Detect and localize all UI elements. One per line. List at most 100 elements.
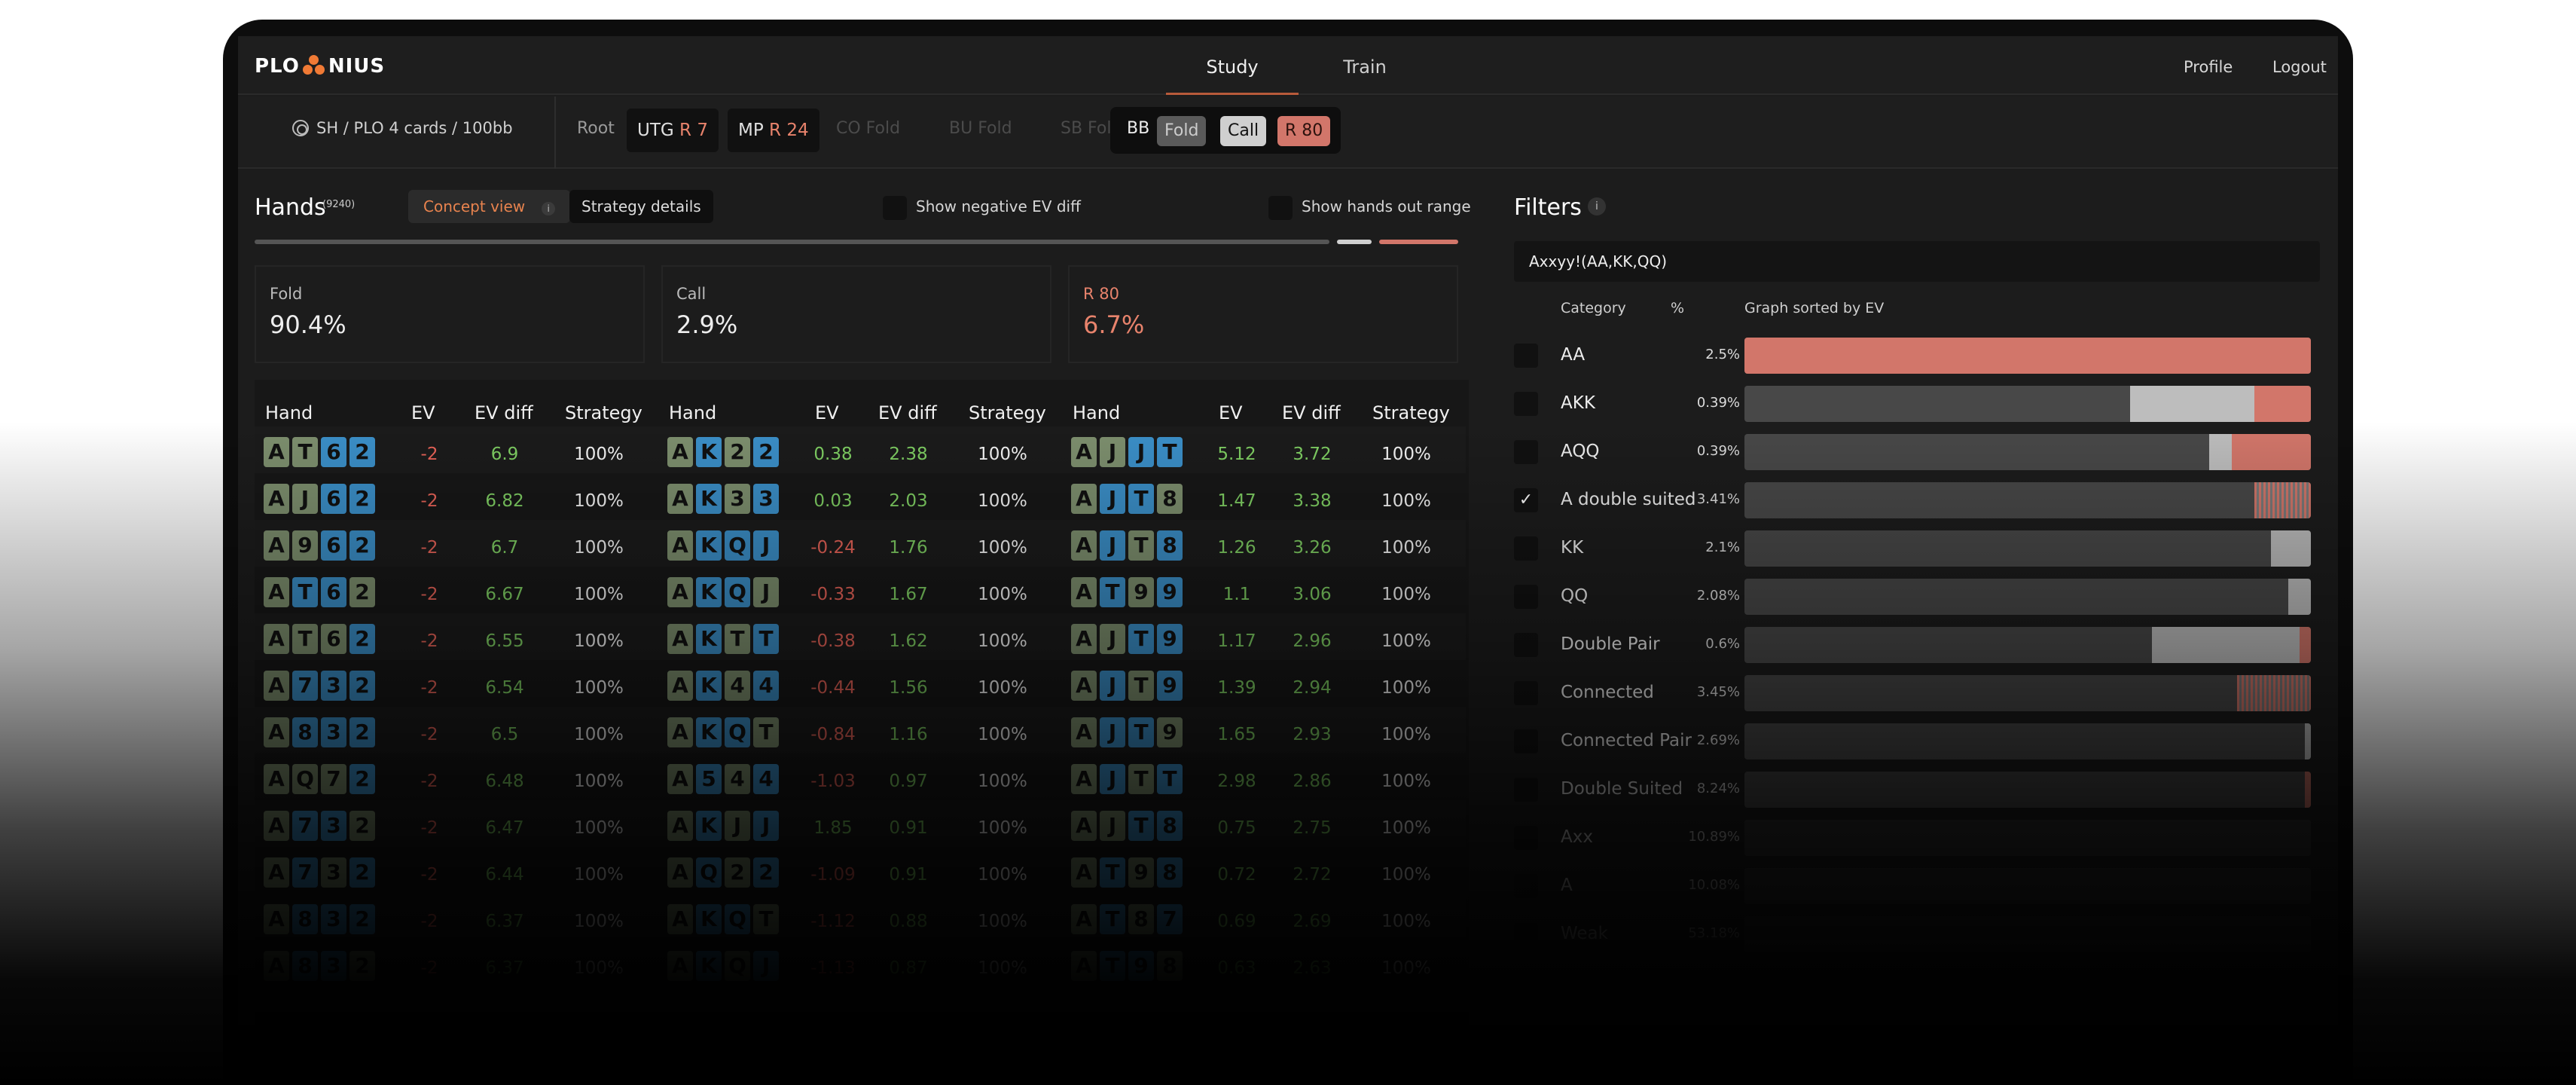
table-row[interactable]: A J T 8 1.47 3.38 100% [1062,473,1466,520]
table-row[interactable]: A T 6 2 -2 6.9 100% [255,426,658,473]
strategy-details-button[interactable]: Strategy details [569,190,713,223]
filter-checkbox[interactable] [1514,392,1538,416]
table-row[interactable]: A T 9 8 0.72 2.72 100% [1062,847,1466,894]
game-settings-button[interactable]: SH / PLO 4 cards / 100bb [292,119,513,137]
table-row[interactable]: A K Q T -0.84 1.16 100% [658,707,1062,753]
hand-cards: AJT8 [1071,530,1183,561]
filter-row[interactable]: AQQ 0.39% [1514,428,2320,476]
table-row[interactable]: A Q 7 2 -2 6.48 100% [255,753,658,800]
table-row[interactable]: A J T 9 1.39 2.94 100% [1062,660,1466,707]
filter-row[interactable]: Weak 53.18% [1514,910,2320,958]
table-row[interactable]: A T 9 9 1.1 3.06 100% [1062,567,1466,613]
table-row[interactable]: A 9 6 2 -2 6.7 100% [255,520,658,567]
table-row[interactable]: A K 4 4 -0.44 1.56 100% [658,660,1062,707]
table-row[interactable]: A J 6 2 -2 6.82 100% [255,473,658,520]
bb-fold-button[interactable]: Fold [1157,116,1207,146]
info-icon[interactable]: i [542,202,556,215]
utg-node[interactable]: UTG R 7 [627,108,719,152]
filter-checkbox[interactable] [1514,729,1538,753]
table-row[interactable]: A 8 3 2 -2 6.5 100% [255,707,658,753]
filter-checkbox[interactable] [1514,826,1538,850]
header-evdiff[interactable]: EV diff [878,402,937,423]
filter-row[interactable]: Axx 10.89% [1514,814,2320,862]
table-row[interactable]: A T 9 8 0.63 2.63 100% [1062,940,1466,987]
table-row[interactable]: A K Q J -0.33 1.67 100% [658,567,1062,613]
table-row[interactable]: A J T T 2.98 2.86 100% [1062,753,1466,800]
filter-checkbox[interactable] [1514,344,1538,368]
header-ev[interactable]: EV [815,402,839,423]
header-evdiff[interactable]: EV diff [1282,402,1341,423]
table-row[interactable]: A 8 3 2 -2 6.37 100% [255,894,658,940]
table-row[interactable]: A 7 3 2 -2 6.47 100% [255,800,658,847]
table-row[interactable]: A J J T 5.12 3.72 100% [1062,426,1466,473]
show-negative-checkbox[interactable] [883,196,907,220]
filter-row[interactable]: Connected Pair 2.69% [1514,717,2320,766]
table-row[interactable]: A K Q T -1.12 0.88 100% [658,894,1062,940]
filter-row[interactable]: A 10.08% [1514,862,2320,910]
table-row[interactable]: A 7 3 2 -2 6.54 100% [255,660,658,707]
profile-link[interactable]: Profile [2184,36,2233,98]
bb-raise-button[interactable]: R 80 [1277,116,1331,146]
card: A [667,530,693,561]
filter-checkbox[interactable] [1514,440,1538,464]
table-row[interactable]: A K Q J -0.24 1.76 100% [658,520,1062,567]
table-row[interactable]: A 7 3 2 -2 6.44 100% [255,847,658,894]
filter-row[interactable]: QQ 2.08% [1514,573,2320,621]
table-row[interactable]: A K T T -0.38 1.62 100% [658,613,1062,660]
filter-row[interactable]: Double Pair 0.6% [1514,621,2320,669]
checked-checkbox[interactable]: ✓ [1514,488,1538,512]
table-row[interactable]: A K J J 1.85 0.91 100% [658,800,1062,847]
filter-checkbox[interactable] [1514,585,1538,609]
info-icon[interactable]: i [1588,197,1606,215]
hand-cards: AT98 [1071,951,1183,981]
header-hand[interactable]: Hand [1073,402,1120,423]
table-row[interactable]: A 5 4 4 -1.03 0.97 100% [658,753,1062,800]
header-ev[interactable]: EV [1219,402,1243,423]
logout-link[interactable]: Logout [2272,36,2327,98]
table-row[interactable]: A T 6 2 -2 6.67 100% [255,567,658,613]
table-row[interactable]: A T 8 7 0.69 2.69 100% [1062,894,1466,940]
co-node[interactable]: CO Fold [836,119,900,138]
root-node[interactable]: Root [577,119,615,138]
header-strategy[interactable]: Strategy [969,402,1046,423]
table-row[interactable]: A J T 9 1.65 2.93 100% [1062,707,1466,753]
table-row[interactable]: A Q 2 2 -1.09 0.91 100% [658,847,1062,894]
filter-checkbox[interactable] [1514,778,1538,802]
header-strategy[interactable]: Strategy [1372,402,1450,423]
header-evdiff[interactable]: EV diff [475,402,533,423]
filter-input[interactable]: Axxyy!(AA,KK,QQ) [1514,241,2320,282]
table-row[interactable]: A K 2 2 0.38 2.38 100% [658,426,1062,473]
filter-checkbox[interactable] [1514,681,1538,705]
table-row[interactable]: A K Q J -1.13 0.87 100% [658,940,1062,987]
table-row[interactable]: A T 6 2 -2 6.55 100% [255,613,658,660]
table-row[interactable]: A K 3 3 0.03 2.03 100% [658,473,1062,520]
filter-row[interactable]: ✓ A double suited 3.41% [1514,476,2320,524]
header-hand[interactable]: Hand [669,402,716,423]
filter-row[interactable]: Double Suited 8.24% [1514,766,2320,814]
filter-checkbox[interactable] [1514,536,1538,561]
filter-row[interactable]: KK 2.1% [1514,524,2320,573]
concept-view-button[interactable]: Concept view i [408,190,571,223]
bb-pos: BB [1127,119,1150,138]
filter-row[interactable]: AKK 0.39% [1514,380,2320,428]
filter-checkbox[interactable] [1514,922,1538,946]
header-ev[interactable]: EV [411,402,435,423]
bb-call-button[interactable]: Call [1220,116,1267,146]
tab-study[interactable]: Study [1166,36,1299,95]
logo[interactable]: PLO NIUS [255,51,385,81]
show-out-range-checkbox[interactable] [1268,196,1293,220]
filter-checkbox[interactable] [1514,874,1538,898]
table-row[interactable]: A 8 3 2 -2 6.37 100% [255,940,658,987]
table-row[interactable]: A J T 9 1.17 2.96 100% [1062,613,1466,660]
header-strategy[interactable]: Strategy [565,402,642,423]
tab-train[interactable]: Train [1299,36,1431,95]
table-row[interactable]: A J T 8 0.75 2.75 100% [1062,800,1466,847]
bu-node[interactable]: BU Fold [949,119,1012,138]
bar-segment-raise [2232,434,2311,470]
filter-row[interactable]: Connected 3.45% [1514,669,2320,717]
mp-node[interactable]: MP R 24 [728,108,819,152]
table-row[interactable]: A J T 8 1.26 3.26 100% [1062,520,1466,567]
filter-checkbox[interactable] [1514,633,1538,657]
header-hand[interactable]: Hand [265,402,313,423]
filter-row[interactable]: AA 2.5% [1514,332,2320,380]
